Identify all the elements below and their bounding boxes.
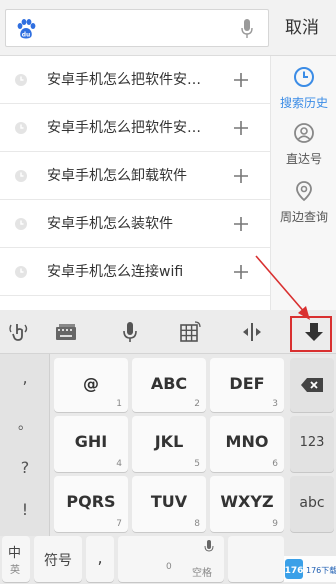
search-input[interactable]: du <box>5 9 269 47</box>
language-switch-key[interactable]: 中 英 <box>2 536 30 582</box>
key-label: ABC <box>150 374 188 393</box>
space-key[interactable]: 0 空格 <box>118 536 224 582</box>
key-4[interactable]: GHI 4 <box>54 416 128 472</box>
space-sub-label: 0 <box>166 562 172 572</box>
voice-search-icon[interactable] <box>240 18 254 40</box>
fill-in-plus-icon[interactable] <box>232 167 250 185</box>
microphone-icon <box>204 540 214 552</box>
cancel-button[interactable]: 取消 <box>272 9 332 47</box>
clock-icon <box>294 67 314 87</box>
key-1[interactable]: @ 1 <box>54 358 128 412</box>
svg-text:176: 176 <box>285 566 304 576</box>
backspace-key[interactable] <box>290 358 334 412</box>
key-label: MNO <box>225 432 269 451</box>
grid-keypad-icon[interactable] <box>178 320 202 344</box>
history-item-label: 安卓手机怎么把软件安… <box>47 72 201 88</box>
abc-switch-label: abc <box>299 495 325 511</box>
key-number: 8 <box>194 519 200 529</box>
key-label: PQRS <box>66 492 116 511</box>
ime-keyboard: , 。 ? ! @ 1 ABC 2 DEF 3 GHI 4 JKL 5 MNO … <box>0 310 336 584</box>
side-panel: 搜索历史 直达号 周边查询 <box>270 56 336 310</box>
key-number: 5 <box>194 459 200 469</box>
key-9[interactable]: WXYZ 9 <box>210 476 284 532</box>
symbol-key[interactable]: 符号 <box>34 536 82 582</box>
watermark-text: 176下载网 <box>306 565 336 575</box>
key-number: 1 <box>116 399 122 409</box>
numeric-switch-label: 123 <box>299 435 325 450</box>
key-number: 4 <box>116 459 122 469</box>
comma-key[interactable]: , <box>86 536 114 582</box>
fill-in-plus-icon[interactable] <box>232 71 250 89</box>
punct-key[interactable]: , <box>0 368 50 387</box>
clock-icon <box>15 170 27 182</box>
key-3[interactable]: DEF 3 <box>210 358 284 412</box>
numeric-switch-key[interactable]: 123 <box>290 416 334 472</box>
clock-icon <box>15 122 27 134</box>
punct-key[interactable]: 。 <box>0 414 50 434</box>
clock-icon <box>15 266 27 278</box>
lang-top-label: 中 <box>8 546 22 561</box>
key-2[interactable]: ABC 2 <box>132 358 206 412</box>
user-circle-icon <box>294 123 314 143</box>
side-item-nearby[interactable]: 周边查询 <box>271 180 336 225</box>
side-item-label: 搜索历史 <box>279 96 328 110</box>
baidu-paw-logo-icon: du <box>17 19 36 39</box>
clock-icon <box>15 74 27 86</box>
comma-key-label: , <box>97 548 103 567</box>
key-label: JKL <box>154 432 184 451</box>
punctuation-column: , 。 ? ! <box>0 354 50 536</box>
history-item[interactable]: 安卓手机怎么把软件安… <box>0 104 270 152</box>
backspace-icon <box>301 378 323 392</box>
side-item-label: 周边查询 <box>279 210 328 224</box>
key-number: 3 <box>272 399 278 409</box>
cursor-move-icon[interactable] <box>240 320 264 344</box>
history-item[interactable]: 安卓手机怎么卸载软件 <box>0 152 270 200</box>
history-item[interactable]: 安卓手机怎么把软件安… <box>0 56 270 104</box>
key-label: WXYZ <box>220 492 274 511</box>
keyboard-toolbar <box>0 310 336 354</box>
enter-key[interactable] <box>228 536 284 582</box>
search-history-list: 安卓手机怎么把软件安… 安卓手机怎么把软件安… 安卓手机怎么卸载软件 安卓手机怎… <box>0 56 270 296</box>
key-number: 6 <box>272 459 278 469</box>
site-watermark-logo: 176 176下载网 <box>284 556 336 582</box>
key-8[interactable]: TUV 8 <box>132 476 206 532</box>
key-number: 2 <box>194 399 200 409</box>
key-label: DEF <box>229 374 265 393</box>
highlight-box <box>290 316 332 352</box>
hand-gesture-icon[interactable] <box>8 320 32 344</box>
history-item[interactable]: 安卓手机怎么装软件 <box>0 200 270 248</box>
history-item-label: 安卓手机怎么连接wifi <box>47 264 184 280</box>
punct-key[interactable]: ! <box>0 500 50 519</box>
history-item-label: 安卓手机怎么卸载软件 <box>47 168 187 184</box>
microphone-icon[interactable] <box>118 320 142 344</box>
fill-in-plus-icon[interactable] <box>232 263 250 281</box>
history-item-label: 安卓手机怎么装软件 <box>47 216 173 232</box>
fill-in-plus-icon[interactable] <box>232 215 250 233</box>
location-pin-icon <box>296 181 312 202</box>
symbol-key-label: 符号 <box>44 553 72 569</box>
side-item-search-history[interactable]: 搜索历史 <box>271 66 336 111</box>
key-6[interactable]: MNO 6 <box>210 416 284 472</box>
fill-in-plus-icon[interactable] <box>232 119 250 137</box>
abc-switch-key[interactable]: abc <box>290 476 334 532</box>
clock-icon <box>15 218 27 230</box>
key-number: 9 <box>272 519 278 529</box>
side-item-direct[interactable]: 直达号 <box>271 122 336 167</box>
key-label: TUV <box>150 492 188 511</box>
search-bar: du 取消 <box>0 0 336 56</box>
keyboard-icon[interactable] <box>54 320 78 344</box>
key-7[interactable]: PQRS 7 <box>54 476 128 532</box>
key-number: 7 <box>116 519 122 529</box>
side-item-label: 直达号 <box>285 152 322 166</box>
space-label: 空格 <box>192 568 212 579</box>
svg-text:du: du <box>22 32 31 39</box>
key-5[interactable]: JKL 5 <box>132 416 206 472</box>
punct-key[interactable]: ? <box>0 458 50 477</box>
key-label: GHI <box>74 432 108 451</box>
history-item-label: 安卓手机怎么把软件安… <box>47 120 201 136</box>
history-item[interactable]: 安卓手机怎么连接wifi <box>0 248 270 296</box>
lang-bottom-label: 英 <box>10 565 20 576</box>
key-label: @ <box>83 374 99 393</box>
